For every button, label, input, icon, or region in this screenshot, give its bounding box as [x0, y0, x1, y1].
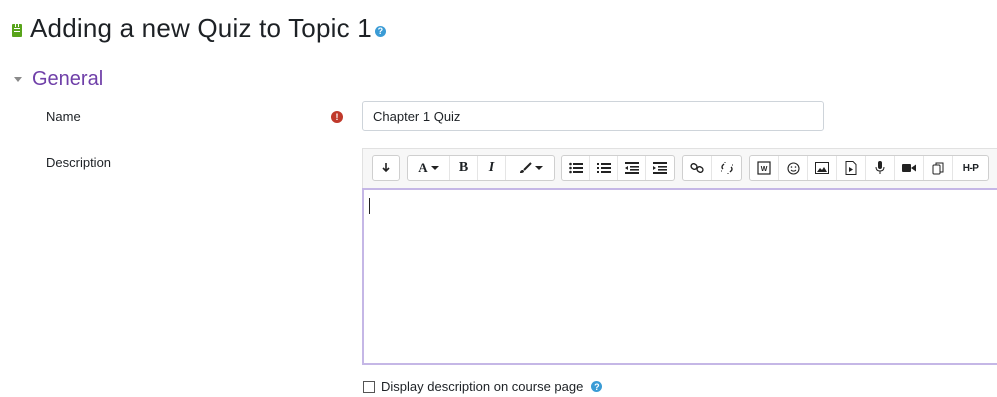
toggle-toolbar-button[interactable] [373, 156, 399, 180]
toolbar-group-style: A B I [407, 155, 555, 181]
name-input[interactable] [362, 101, 824, 131]
outdent-icon [624, 162, 639, 174]
name-label: Name [46, 109, 81, 124]
copy-icon [932, 162, 944, 174]
toggle-toolbar-icon [382, 163, 390, 173]
text-cursor [369, 198, 370, 214]
word-import-icon: W [757, 161, 771, 175]
toolbar-group-media: W H-P [749, 155, 989, 181]
brush-button[interactable] [506, 156, 554, 180]
image-icon [815, 162, 830, 174]
microphone-icon [875, 161, 885, 174]
font-button[interactable]: A [408, 156, 450, 180]
link-button[interactable] [683, 156, 712, 180]
unordered-list-icon [568, 162, 583, 174]
unlink-button[interactable] [712, 156, 741, 180]
editor-toolbar: A B I W H-P [362, 148, 997, 188]
indent-icon [653, 162, 667, 174]
description-label: Description [46, 155, 112, 170]
page-header: Adding a new Quiz to Topic 1 ? [12, 10, 386, 46]
toolbar-group-lists [561, 155, 675, 181]
brush-icon [519, 162, 532, 173]
font-icon: A [418, 160, 428, 175]
toolbar-group-toggle [372, 155, 400, 181]
ordered-list-icon [596, 163, 611, 173]
bold-icon: B [458, 160, 469, 175]
collapse-caret-icon [14, 77, 22, 82]
unordered-list-button[interactable] [562, 156, 590, 180]
ordered-list-button[interactable] [590, 156, 618, 180]
required-icon: ! [331, 111, 343, 123]
display-description-label[interactable]: Display description on course page [381, 379, 583, 394]
help-icon[interactable]: ? [374, 25, 386, 37]
indent-button[interactable] [646, 156, 674, 180]
page-title: Adding a new Quiz to Topic 1 [30, 12, 372, 43]
bold-button[interactable]: B [450, 156, 478, 180]
display-description-row: Display description on course page ? [363, 379, 603, 394]
emoji-button[interactable] [779, 156, 809, 180]
display-description-checkbox[interactable] [363, 380, 375, 393]
quiz-icon [12, 22, 22, 37]
record-video-button[interactable] [895, 156, 925, 180]
italic-button[interactable]: I [478, 156, 506, 180]
section-title: General [32, 68, 104, 90]
manage-files-button[interactable] [924, 156, 954, 180]
section-general-toggle[interactable]: General [14, 68, 103, 91]
media-button[interactable] [837, 156, 867, 180]
outdent-button[interactable] [618, 156, 646, 180]
chevron-down-icon [430, 166, 439, 170]
description-editor[interactable] [362, 188, 997, 365]
video-icon [902, 164, 917, 172]
chevron-down-icon [534, 166, 543, 170]
unlink-icon [720, 162, 733, 174]
svg-text:W: W [761, 166, 768, 173]
emoji-icon [786, 161, 800, 175]
help-icon[interactable]: ? [591, 381, 603, 392]
record-audio-button[interactable] [866, 156, 896, 180]
italic-icon: I [488, 160, 495, 175]
image-button[interactable] [808, 156, 838, 180]
h5p-icon: H-P [962, 162, 979, 174]
media-icon [845, 161, 857, 175]
toolbar-group-links [682, 155, 742, 181]
word-import-button[interactable]: W [750, 156, 780, 180]
link-icon [690, 163, 704, 173]
h5p-button[interactable]: H-P [953, 156, 988, 180]
